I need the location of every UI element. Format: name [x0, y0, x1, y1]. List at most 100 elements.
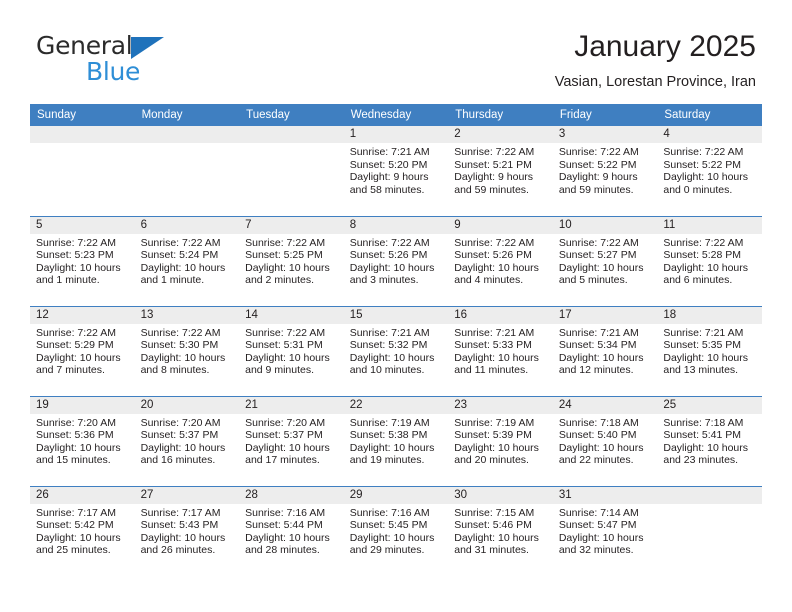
day-details [239, 143, 344, 146]
calendar-day-cell[interactable]: 28 Sunrise: 7:16 AM Sunset: 5:44 PM Dayligh… [239, 486, 344, 575]
daylight-text: and 59 minutes. [454, 183, 529, 196]
calendar-day-cell[interactable]: 21 Sunrise: 7:20 AM Sunset: 5:37 PM Dayligh… [239, 396, 344, 485]
day-details: Sunrise: 7:17 AM Sunset: 5:43 PM Daylight:… [135, 504, 240, 557]
calendar-day-cell[interactable]: 8 Sunrise: 7:22 AM Sunset: 5:26 PM Daylight… [343, 216, 449, 305]
calendar-day-cell[interactable]: 20 Sunrise: 7:20 AM Sunset: 5:37 PM Dayligh… [134, 396, 240, 485]
calendar-day-cell[interactable]: 6 Sunrise: 7:22 AM Sunset: 5:24 PM Daylight… [134, 216, 240, 305]
weekday-header-wednesday: Wednesday [343, 104, 449, 126]
sunrise-text: Sunrise: 7:22 AM [245, 326, 326, 339]
calendar-day-cell[interactable]: 1 Sunrise: 7:21 AM Sunset: 5:20 PM Daylight… [343, 126, 449, 214]
daylight-text: Daylight: 10 hours [349, 441, 435, 454]
daylight-text: Daylight: 10 hours [558, 351, 644, 364]
daylight-text: and 19 minutes. [349, 454, 425, 467]
daylight-text: Daylight: 10 hours [245, 261, 330, 274]
calendar-day-cell[interactable]: 12 Sunrise: 7:22 AM Sunset: 5:29 PM Dayligh… [30, 306, 135, 395]
weekday-header-tuesday: Tuesday [239, 104, 344, 126]
sunrise-text: Sunrise: 7:21 AM [349, 146, 430, 158]
daylight-text: Daylight: 10 hours [36, 261, 121, 274]
day-number: 20 [134, 396, 240, 414]
logo-text-general: General [36, 31, 133, 60]
daylight-text: and 32 minutes. [558, 544, 634, 557]
daylight-text: and 17 minutes. [245, 454, 320, 467]
daylight-text: Daylight: 10 hours [663, 261, 749, 274]
sunset-text: Sunset: 5:36 PM [36, 429, 114, 442]
day-number: 16 [448, 306, 553, 324]
daylight-text: Daylight: 10 hours [245, 531, 330, 544]
page-title: January 2025 [574, 30, 756, 63]
sunrise-text: Sunrise: 7:19 AM [454, 416, 535, 429]
day-details: Sunrise: 7:20 AM Sunset: 5:36 PM Daylight:… [30, 414, 135, 467]
daylight-text: and 8 minutes. [140, 364, 210, 377]
general-blue-logo[interactable]: General Blue [36, 33, 166, 85]
day-details: Sunrise: 7:14 AM Sunset: 5:47 PM Daylight:… [553, 504, 658, 557]
daylight-text: and 25 minutes. [36, 544, 111, 557]
daylight-text: Daylight: 10 hours [349, 531, 435, 544]
calendar-day-cell[interactable]: 29 Sunrise: 7:16 AM Sunset: 5:45 PM Dayligh… [343, 486, 449, 575]
calendar-day-cell[interactable]: 3 Sunrise: 7:22 AM Sunset: 5:22 PM Daylight… [552, 126, 658, 214]
sunrise-text: Sunrise: 7:16 AM [245, 506, 326, 519]
calendar-day-cell[interactable]: 2 Sunrise: 7:22 AM Sunset: 5:21 PM Daylight… [448, 126, 553, 214]
daylight-text: Daylight: 10 hours [454, 261, 539, 274]
daylight-text: Daylight: 10 hours [663, 171, 749, 184]
calendar-day-cell[interactable]: 13 Sunrise: 7:22 AM Sunset: 5:30 PM Dayligh… [134, 306, 240, 395]
calendar-day-cell[interactable]: 24 Sunrise: 7:18 AM Sunset: 5:40 PM Dayligh… [552, 396, 658, 485]
calendar-day-cell[interactable]: 26 Sunrise: 7:17 AM Sunset: 5:42 PM Dayligh… [30, 486, 135, 575]
sunset-text: Sunset: 5:34 PM [558, 339, 637, 352]
calendar-day-cell[interactable]: 22 Sunrise: 7:19 AM Sunset: 5:38 PM Dayligh… [343, 396, 449, 485]
sunrise-text: Sunrise: 7:15 AM [454, 506, 535, 519]
day-details: Sunrise: 7:20 AM Sunset: 5:37 PM Daylight:… [135, 414, 240, 467]
calendar-day-cell[interactable]: 30 Sunrise: 7:15 AM Sunset: 5:46 PM Dayligh… [448, 486, 553, 575]
day-details: Sunrise: 7:17 AM Sunset: 5:42 PM Daylight:… [30, 504, 135, 557]
day-details: Sunrise: 7:21 AM Sunset: 5:33 PM Daylight:… [448, 324, 553, 377]
calendar-day-cell[interactable]: 31 Sunrise: 7:14 AM Sunset: 5:47 PM Dayligh… [552, 486, 658, 575]
calendar-body: 1 Sunrise: 7:21 AM Sunset: 5:20 PM Daylight… [30, 126, 762, 576]
sunset-text: Sunset: 5:26 PM [454, 249, 532, 262]
day-number: 1 [343, 126, 449, 143]
calendar-day-cell[interactable]: 11 Sunrise: 7:22 AM Sunset: 5:28 PM Dayligh… [657, 216, 762, 305]
sunset-text: Sunset: 5:30 PM [140, 339, 219, 352]
sunrise-text: Sunrise: 7:22 AM [454, 236, 535, 249]
day-number: 21 [239, 396, 344, 414]
calendar-day-cell[interactable]: 9 Sunrise: 7:22 AM Sunset: 5:26 PM Daylight… [448, 216, 553, 305]
day-details: Sunrise: 7:18 AM Sunset: 5:40 PM Daylight:… [553, 414, 658, 467]
daylight-text: Daylight: 10 hours [558, 441, 644, 454]
daylight-text: and 23 minutes. [663, 454, 739, 467]
calendar-day-cell[interactable]: 14 Sunrise: 7:22 AM Sunset: 5:31 PM Dayligh… [239, 306, 344, 395]
day-number: 31 [552, 486, 658, 504]
sunset-text: Sunset: 5:47 PM [558, 519, 637, 532]
day-number: 7 [239, 216, 344, 234]
day-details: Sunrise: 7:22 AM Sunset: 5:23 PM Daylight:… [30, 234, 135, 287]
daylight-text: Daylight: 10 hours [663, 441, 749, 454]
day-details: Sunrise: 7:22 AM Sunset: 5:26 PM Daylight:… [448, 234, 553, 287]
calendar-day-cell-empty [239, 126, 344, 214]
daylight-text: Daylight: 10 hours [558, 531, 644, 544]
calendar-day-cell[interactable]: 5 Sunrise: 7:22 AM Sunset: 5:23 PM Daylight… [30, 216, 135, 305]
sunrise-text: Sunrise: 7:22 AM [454, 146, 535, 158]
calendar-day-cell[interactable]: 23 Sunrise: 7:19 AM Sunset: 5:39 PM Dayligh… [448, 396, 553, 485]
sunrise-text: Sunrise: 7:21 AM [558, 326, 639, 339]
calendar-day-cell[interactable]: 17 Sunrise: 7:21 AM Sunset: 5:34 PM Dayligh… [552, 306, 658, 395]
calendar-day-cell[interactable]: 25 Sunrise: 7:18 AM Sunset: 5:41 PM Dayligh… [657, 396, 762, 485]
calendar-day-cell[interactable]: 16 Sunrise: 7:21 AM Sunset: 5:33 PM Dayligh… [448, 306, 553, 395]
day-details: Sunrise: 7:22 AM Sunset: 5:28 PM Daylight:… [657, 234, 762, 287]
sunrise-text: Sunrise: 7:21 AM [454, 326, 535, 339]
day-number: 25 [657, 396, 762, 414]
day-details: Sunrise: 7:16 AM Sunset: 5:45 PM Daylight:… [344, 504, 449, 557]
calendar-day-cell[interactable]: 15 Sunrise: 7:21 AM Sunset: 5:32 PM Dayligh… [343, 306, 449, 395]
daylight-text: Daylight: 10 hours [245, 441, 330, 454]
calendar-day-cell[interactable]: 19 Sunrise: 7:20 AM Sunset: 5:36 PM Dayligh… [30, 396, 135, 485]
calendar-day-cell[interactable]: 18 Sunrise: 7:21 AM Sunset: 5:35 PM Dayligh… [657, 306, 762, 395]
day-number [239, 126, 344, 143]
daylight-text: and 20 minutes. [454, 454, 529, 467]
calendar-week-row: 1 Sunrise: 7:21 AM Sunset: 5:20 PM Daylight… [30, 126, 762, 216]
sunset-text: Sunset: 5:20 PM [349, 158, 428, 171]
calendar-day-cell[interactable]: 4 Sunrise: 7:22 AM Sunset: 5:22 PM Daylight… [657, 126, 762, 214]
day-number: 22 [343, 396, 449, 414]
calendar-week-row: 12 Sunrise: 7:22 AM Sunset: 5:29 PM Dayligh… [30, 305, 762, 396]
sunset-text: Sunset: 5:41 PM [663, 429, 742, 442]
calendar-day-cell[interactable]: 10 Sunrise: 7:22 AM Sunset: 5:27 PM Dayligh… [552, 216, 658, 305]
sunset-text: Sunset: 5:44 PM [245, 519, 323, 532]
calendar-day-cell[interactable]: 27 Sunrise: 7:17 AM Sunset: 5:43 PM Dayligh… [134, 486, 240, 575]
calendar-day-cell[interactable]: 7 Sunrise: 7:22 AM Sunset: 5:25 PM Daylight… [239, 216, 344, 305]
calendar-day-cell-empty [134, 126, 240, 214]
